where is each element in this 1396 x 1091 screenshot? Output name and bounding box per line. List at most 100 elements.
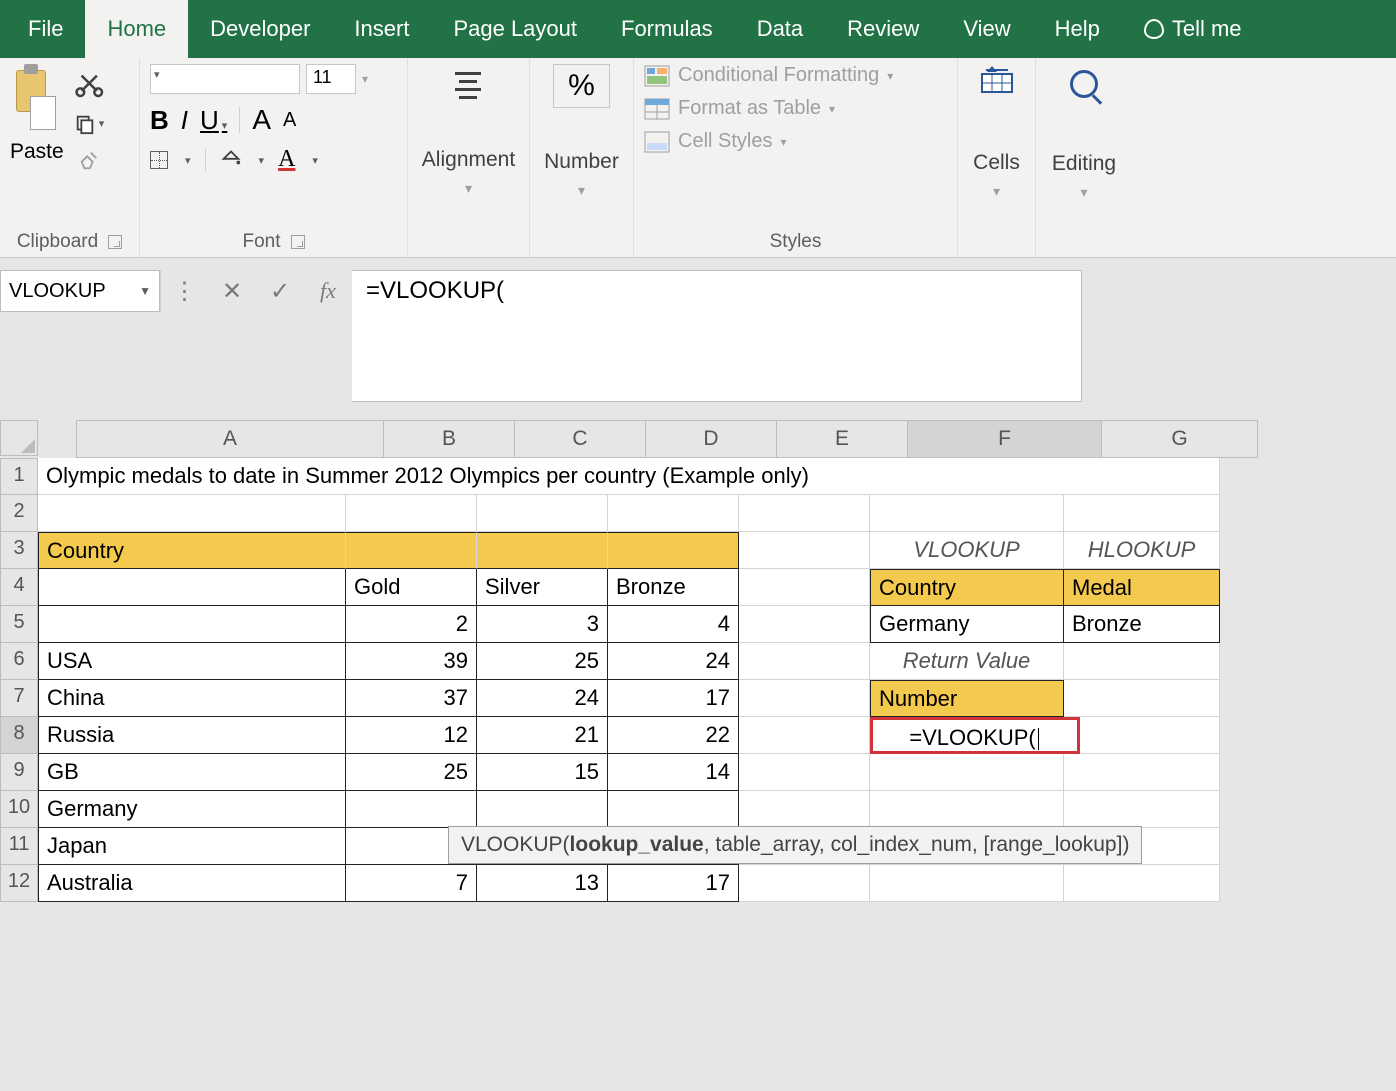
clipboard-launcher[interactable] [108,235,122,249]
font-name-select[interactable] [150,64,300,94]
font-color-button[interactable]: A [278,146,295,173]
cell-B9[interactable]: 25 [346,754,477,791]
cell-D6[interactable]: 24 [608,643,739,680]
cell-F7[interactable]: Number [870,680,1064,717]
cell-D9[interactable]: 14 [608,754,739,791]
tab-formulas[interactable]: Formulas [599,0,735,58]
cancel-formula-button[interactable]: ✕ [208,270,256,312]
cell-E6[interactable] [739,643,870,680]
cell-G12[interactable] [1064,865,1220,902]
tab-view[interactable]: View [941,0,1032,58]
cell-G9[interactable] [1064,754,1220,791]
cell-E9[interactable] [739,754,870,791]
cell-B5[interactable]: 2 [346,606,477,643]
tell-me[interactable]: Tell me [1122,0,1264,58]
cell-C8[interactable]: 21 [477,717,608,754]
cell-E2[interactable] [739,495,870,532]
borders-dd[interactable] [182,151,191,169]
cell-A4[interactable] [38,569,346,606]
cell-C7[interactable]: 24 [477,680,608,717]
row-header-9[interactable]: 9 [0,754,38,791]
cell-E5[interactable] [739,606,870,643]
cell-D2[interactable] [608,495,739,532]
cell-A10[interactable]: Germany [38,791,346,828]
cell-B4[interactable]: Gold [346,569,477,606]
cell-F8-editing[interactable]: =VLOOKUP( [870,717,1080,754]
cell-A2[interactable] [38,495,346,532]
cell-A3[interactable]: Country [38,532,346,569]
cell-B12[interactable]: 7 [346,865,477,902]
cell-D8[interactable]: 22 [608,717,739,754]
font-size-select[interactable]: 11 [306,64,356,94]
cell-styles-button[interactable]: Cell Styles▾ [644,130,947,153]
alignment-button[interactable] [447,64,489,106]
col-header-D[interactable]: D [646,420,777,458]
underline-button[interactable]: U [200,105,227,136]
tab-page-layout[interactable]: Page Layout [431,0,599,58]
row-header-11[interactable]: 11 [0,828,38,865]
cell-B6[interactable]: 39 [346,643,477,680]
cell-A5[interactable] [38,606,346,643]
cell-G4[interactable]: Medal [1064,569,1220,606]
cell-E12[interactable] [739,865,870,902]
alignment-dd[interactable]: ▾ [465,180,472,197]
row-header-8[interactable]: 8 [0,717,38,754]
editing-dd[interactable]: ▾ [1080,184,1087,201]
borders-button[interactable] [150,151,168,169]
cell-B8[interactable]: 12 [346,717,477,754]
cell-D4[interactable]: Bronze [608,569,739,606]
col-header-G[interactable]: G [1102,420,1258,458]
tab-review[interactable]: Review [825,0,941,58]
cell-D5[interactable]: 4 [608,606,739,643]
row-header-12[interactable]: 12 [0,865,38,902]
cell-B3[interactable] [346,532,477,569]
cell-C10[interactable] [477,791,608,828]
tab-help[interactable]: Help [1033,0,1122,58]
cut-button[interactable] [70,66,109,101]
col-header-C[interactable]: C [515,420,646,458]
cells-button[interactable] [978,64,1016,101]
cell-G3[interactable]: HLOOKUP [1064,532,1220,569]
cell-C12[interactable]: 13 [477,865,608,902]
cell-A11[interactable]: Japan [38,828,346,865]
cell-E10[interactable] [739,791,870,828]
row-header-2[interactable]: 2 [0,495,38,532]
enter-formula-button[interactable]: ✓ [256,270,304,312]
conditional-formatting-button[interactable]: Conditional Formatting▾ [644,64,947,87]
cell-G8[interactable] [1080,717,1220,754]
fontcolor-dd[interactable] [309,151,318,169]
cell-A7[interactable]: China [38,680,346,717]
cell-A9[interactable]: GB [38,754,346,791]
cell-G10[interactable] [1064,791,1220,828]
formula-bar[interactable]: =VLOOKUP( [352,270,1082,402]
cell-F9[interactable] [870,754,1064,791]
insert-function-button[interactable]: fx [304,270,352,312]
grow-font-button[interactable]: A [252,104,271,136]
cell-B2[interactable] [346,495,477,532]
cell-G2[interactable] [1064,495,1220,532]
cell-D7[interactable]: 17 [608,680,739,717]
cell-E7[interactable] [739,680,870,717]
name-box[interactable]: VLOOKUP ▼ [0,270,160,312]
cell-D12[interactable]: 17 [608,865,739,902]
bold-button[interactable]: B [150,105,169,136]
tab-data[interactable]: Data [735,0,825,58]
cell-C2[interactable] [477,495,608,532]
row-header-3[interactable]: 3 [0,532,38,569]
row-header-10[interactable]: 10 [0,791,38,828]
tab-file[interactable]: File [6,0,85,58]
cell-F10[interactable] [870,791,1064,828]
cell-F6[interactable]: Return Value [870,643,1064,680]
col-header-B[interactable]: B [384,420,515,458]
cell-A8[interactable]: Russia [38,717,346,754]
fx-handle[interactable]: ⋮ [160,270,208,312]
name-box-dd[interactable]: ▼ [139,284,151,298]
shrink-font-button[interactable]: A [283,109,296,132]
cell-C3[interactable] [477,532,608,569]
col-header-A[interactable]: A [76,420,384,458]
tab-insert[interactable]: Insert [332,0,431,58]
cell-C5[interactable]: 3 [477,606,608,643]
cell-A6[interactable]: USA [38,643,346,680]
cells-dd[interactable]: ▾ [993,183,1000,200]
font-size-dd[interactable]: ▾ [362,72,368,86]
